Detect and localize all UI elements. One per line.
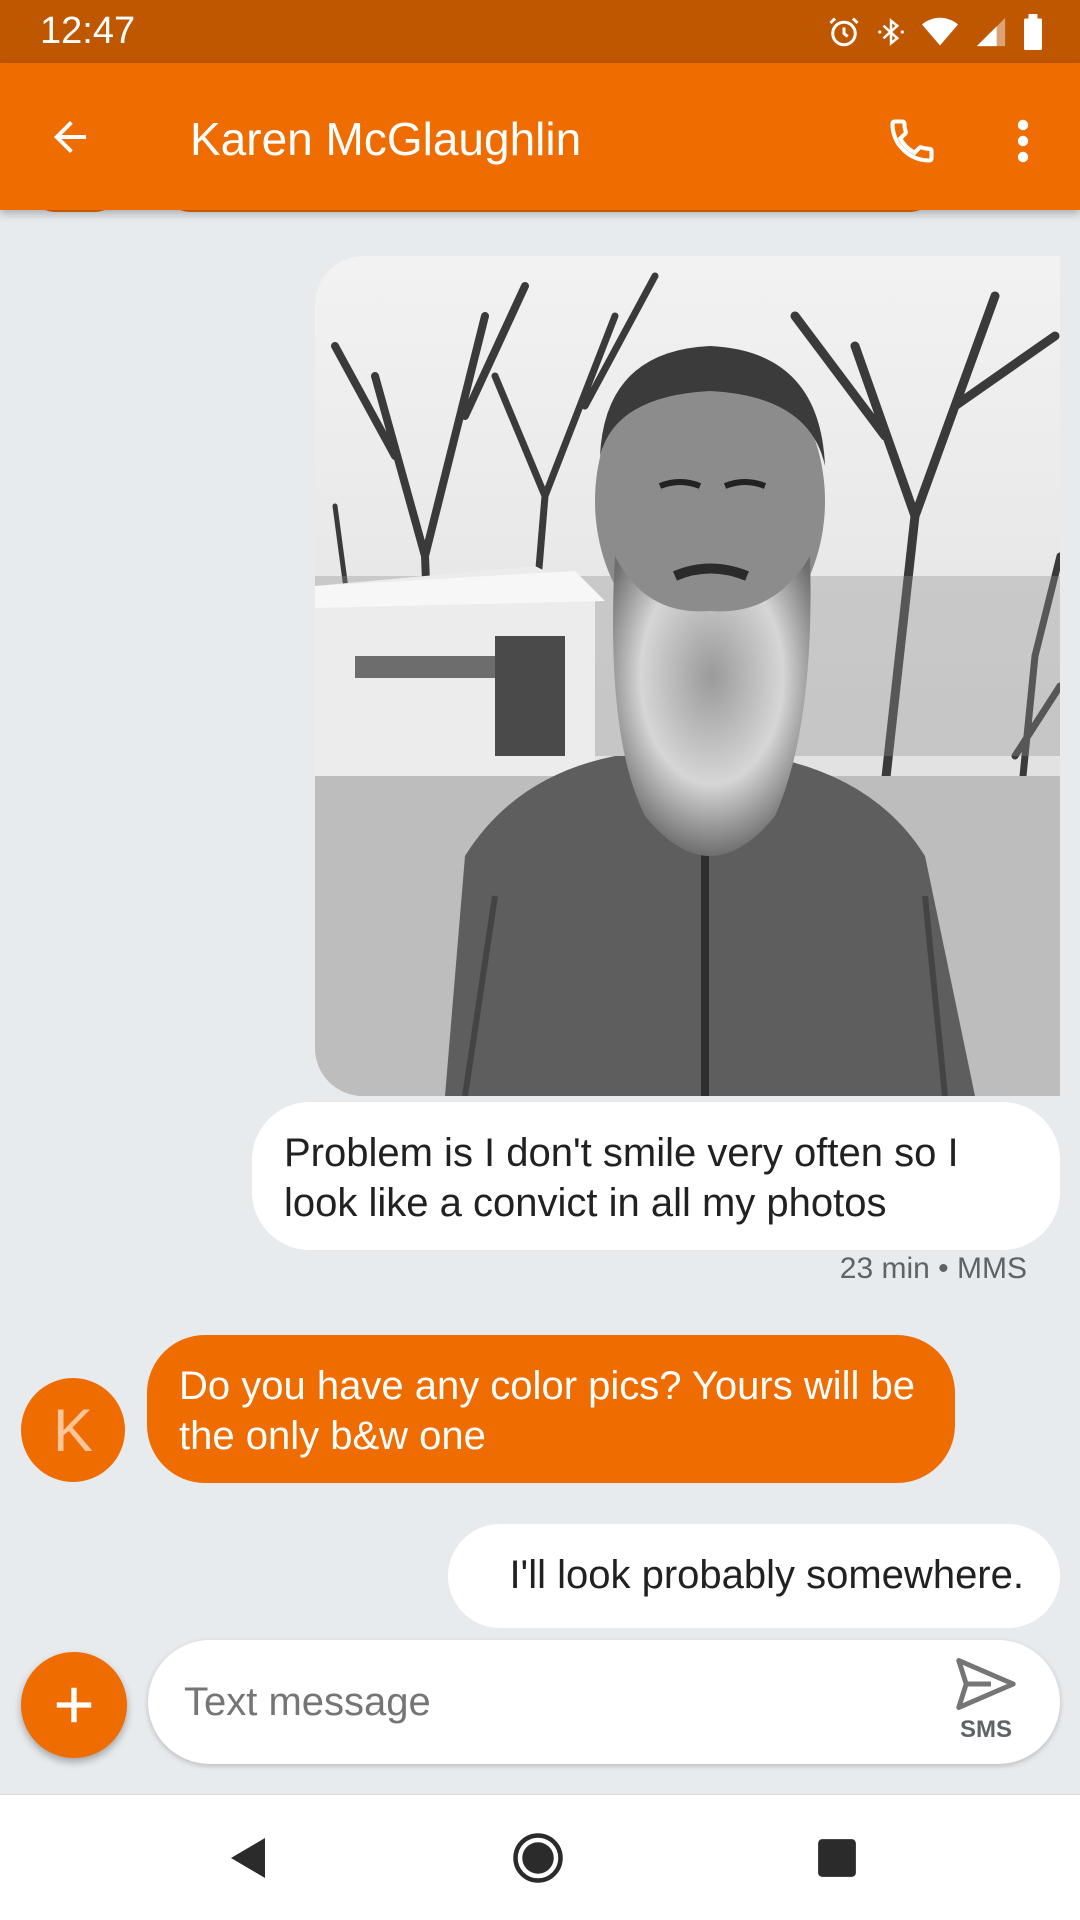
photo-attachment[interactable] <box>315 256 1060 1096</box>
send-icon <box>956 1658 1016 1710</box>
square-recents-icon <box>818 1839 856 1877</box>
message-timestamp: 23 min • MMS <box>839 1252 1027 1285</box>
wifi-icon <box>922 17 958 46</box>
status-time: 12:47 <box>40 10 136 52</box>
circle-home-icon <box>513 1833 563 1883</box>
call-button[interactable] <box>878 107 946 175</box>
alarm-icon <box>829 17 859 47</box>
outgoing-message[interactable]: Problem is I don't smile very often so I… <box>252 1102 1060 1250</box>
back-button[interactable] <box>40 107 100 167</box>
more-vert-icon <box>1017 119 1029 163</box>
avatar-letter: K <box>52 1396 94 1464</box>
send-button[interactable]: SMS <box>948 1658 1024 1750</box>
phone-icon <box>890 119 934 163</box>
plus-icon <box>56 1687 92 1723</box>
nav-home-button[interactable] <box>503 1823 573 1893</box>
contact-avatar[interactable]: K <box>21 1378 125 1482</box>
message-input[interactable] <box>184 1670 864 1734</box>
message-text: Do you have any color pics? Yours will b… <box>179 1364 915 1458</box>
message-text: I'll look probably somewhere. <box>509 1553 1024 1597</box>
compose-bar: SMS <box>148 1640 1060 1764</box>
arrow-back-icon <box>54 121 86 153</box>
conversation-title: Karen McGlaughlin <box>190 113 582 165</box>
status-bar: 12:47 <box>0 0 1080 63</box>
signal-icon <box>976 17 1006 47</box>
bluetooth-icon <box>878 18 904 46</box>
portrait-photo <box>315 256 1060 1096</box>
nav-recents-button[interactable] <box>802 1823 872 1893</box>
incoming-message[interactable]: Do you have any color pics? Yours will b… <box>147 1335 955 1483</box>
outgoing-message[interactable]: I'll look probably somewhere. <box>448 1524 1060 1628</box>
battery-icon <box>1024 14 1042 50</box>
status-icons <box>826 12 1044 52</box>
more-options-button[interactable] <box>1000 107 1046 175</box>
triangle-back-icon <box>231 1838 265 1878</box>
app-bar: Karen McGlaughlin <box>0 63 1080 210</box>
message-text: Problem is I don't smile very often so I… <box>284 1131 959 1225</box>
add-attachment-button[interactable] <box>21 1652 127 1758</box>
nav-back-button[interactable] <box>212 1823 282 1893</box>
navigation-bar <box>0 1794 1080 1920</box>
send-type-label: SMS <box>959 1716 1012 1743</box>
